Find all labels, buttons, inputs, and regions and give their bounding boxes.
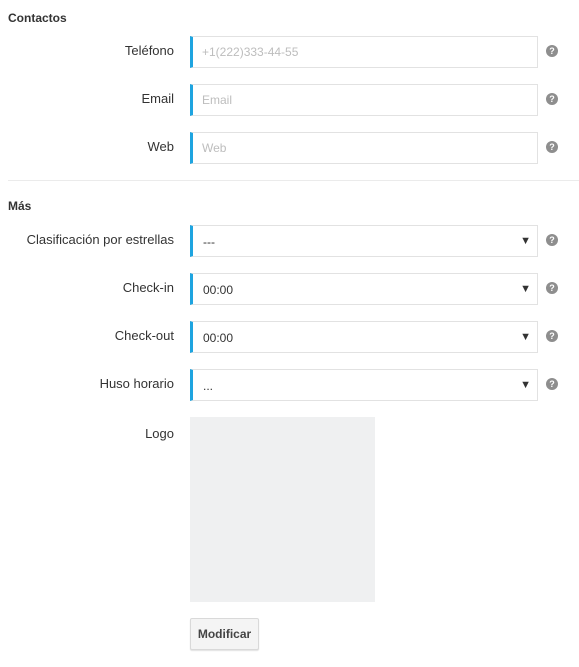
phone-field-wrapper xyxy=(190,36,538,68)
timezone-select[interactable]: ... ▼ xyxy=(190,369,538,401)
timezone-row: Huso horario ... ▼ ? xyxy=(0,369,579,401)
star-rating-label: Clasificación por estrellas xyxy=(26,232,174,247)
phone-row: Teléfono ? xyxy=(0,36,579,68)
web-row: Web ? xyxy=(0,132,579,164)
question-circle-icon[interactable]: ? xyxy=(546,378,558,390)
logo-placeholder xyxy=(190,417,375,602)
star-rating-value: --- xyxy=(203,235,215,249)
question-circle-icon[interactable]: ? xyxy=(546,93,558,105)
caret-down-icon: ▼ xyxy=(520,331,531,343)
modify-button[interactable]: Modificar xyxy=(190,618,259,650)
check-in-select[interactable]: 00:00 ▼ xyxy=(190,273,538,305)
star-rating-row: Clasificación por estrellas --- ▼ ? xyxy=(0,225,579,257)
email-field-wrapper xyxy=(190,84,538,116)
check-in-value: 00:00 xyxy=(203,283,234,297)
question-circle-icon[interactable]: ? xyxy=(546,282,558,294)
section-title-mas: Más xyxy=(8,199,32,213)
email-input[interactable] xyxy=(193,85,537,115)
check-in-row: Check-in 00:00 ▼ ? xyxy=(0,273,579,305)
question-circle-icon[interactable]: ? xyxy=(546,141,558,153)
check-out-value: 00:00 xyxy=(203,331,234,345)
caret-down-icon: ▼ xyxy=(520,283,531,295)
phone-input[interactable] xyxy=(193,37,537,67)
caret-down-icon: ▼ xyxy=(520,379,531,391)
timezone-value: ... xyxy=(203,379,214,393)
question-circle-icon[interactable]: ? xyxy=(546,45,558,57)
web-input[interactable] xyxy=(193,133,537,163)
question-circle-icon[interactable]: ? xyxy=(546,234,558,246)
check-in-label: Check-in xyxy=(122,280,174,295)
question-circle-icon[interactable]: ? xyxy=(546,330,558,342)
web-field-wrapper xyxy=(190,132,538,164)
section-title-contactos: Contactos xyxy=(8,11,67,25)
timezone-label: Huso horario xyxy=(99,376,174,391)
web-label: Web xyxy=(147,139,175,154)
section-divider xyxy=(8,180,579,181)
check-out-row: Check-out 00:00 ▼ ? xyxy=(0,321,579,353)
logo-label: Logo xyxy=(145,426,174,441)
email-label: Email xyxy=(141,91,174,106)
caret-down-icon: ▼ xyxy=(520,235,531,247)
email-row: Email ? xyxy=(0,84,579,116)
check-out-label: Check-out xyxy=(114,328,174,343)
check-out-select[interactable]: 00:00 ▼ xyxy=(190,321,538,353)
phone-label: Teléfono xyxy=(124,43,174,58)
star-rating-select[interactable]: --- ▼ xyxy=(190,225,538,257)
